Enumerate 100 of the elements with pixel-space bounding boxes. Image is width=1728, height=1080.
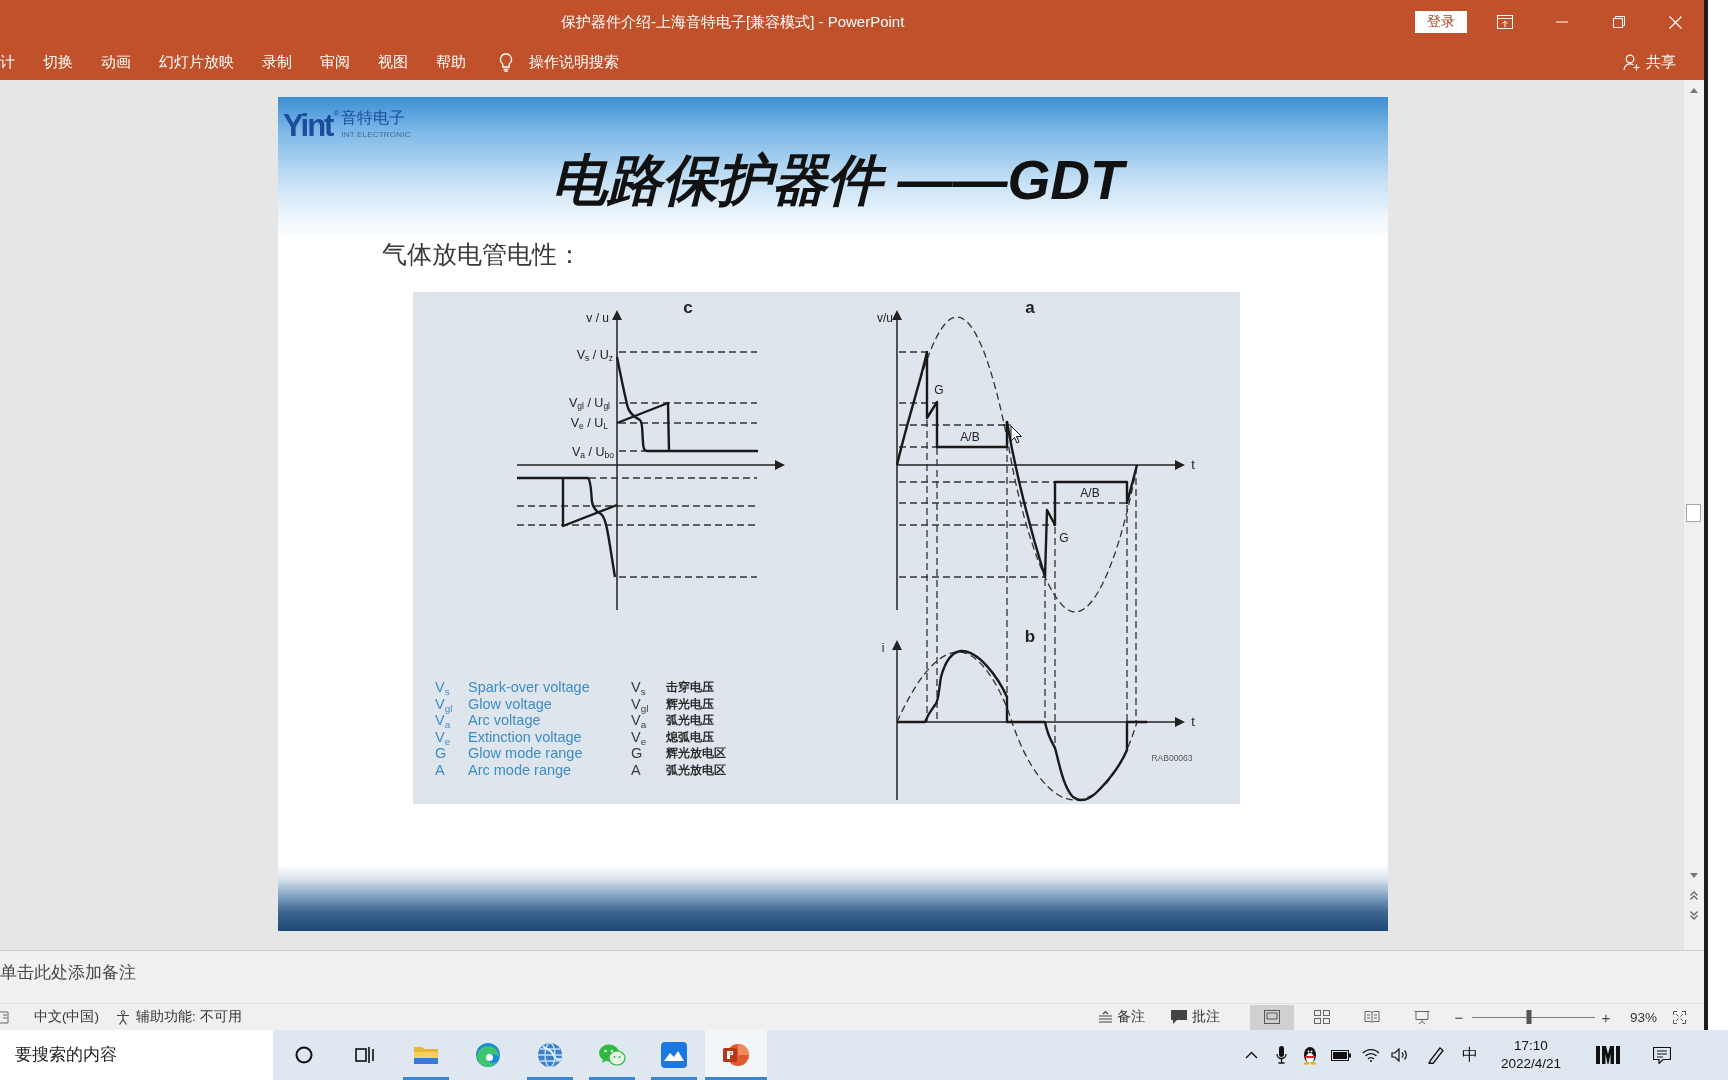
chevron-up-icon [1244, 1051, 1258, 1059]
share-button[interactable]: 共享 [1623, 52, 1676, 72]
legend-symbol: V$_{e}$ [631, 728, 648, 746]
axis-label: v / u [586, 310, 609, 326]
legend-text: 击穿电压 [666, 679, 715, 696]
accessibility-button[interactable]: 辅助功能: 不可用 [111, 1004, 246, 1030]
sign-in-button[interactable]: 登录 [1415, 11, 1467, 33]
legend-symbol: V$_{e}$ [435, 728, 452, 746]
level-label: V$_{s}$ / U$_{z}$ [576, 347, 613, 363]
ribbon-display-icon [1496, 15, 1513, 29]
legend-text: 熄弧电压 [666, 728, 715, 746]
mountain-app-icon [661, 1042, 687, 1068]
tell-me-search[interactable]: 操作说明搜索 [499, 44, 619, 80]
penguin-icon [1302, 1045, 1318, 1065]
panel-label: c [683, 297, 693, 319]
input-method-indicator[interactable]: 中 [1456, 1030, 1484, 1080]
legend-text: Spark-over voltage [468, 679, 591, 696]
notification-icon [1653, 1046, 1671, 1064]
zoom-in-button[interactable]: + [1599, 1004, 1612, 1030]
legend-text: 弧光电压 [666, 712, 715, 729]
battery-icon [1331, 1049, 1351, 1061]
legend-symbol: A [435, 761, 446, 779]
presentation-app-icon [722, 1042, 750, 1068]
ribbon-tab[interactable]: 帮助 [422, 44, 480, 80]
axis-label: i [881, 640, 885, 656]
notes-button[interactable]: 备注 [1094, 1004, 1149, 1030]
registered-mark: ® [333, 109, 340, 118]
legend-symbol: V$_{s}$ [631, 679, 647, 696]
language-status[interactable]: 中文(中国) [34, 1008, 99, 1026]
globe-icon [536, 1041, 564, 1069]
region-label: A/B [960, 429, 980, 445]
slide-title: 电路保护器件 ——GDT [278, 150, 1388, 210]
logo-tagline: INT ELECTRONIC [341, 130, 411, 140]
legend-symbol: G [435, 745, 448, 762]
minimize-icon [1555, 21, 1568, 23]
legend-text: 辉光电压 [666, 695, 715, 713]
region-label: G [1059, 530, 1069, 546]
notes-field[interactable]: 单击此处添加备注 [0, 961, 600, 983]
ribbon-tab[interactable]: 计 [0, 44, 29, 80]
zoom-slider-thumb[interactable] [1526, 1009, 1532, 1024]
wifi-icon [1362, 1048, 1380, 1062]
notes-icon [1098, 1011, 1112, 1023]
ribbon-tab[interactable]: 视图 [364, 44, 422, 80]
logo-name: 音特电子 [341, 108, 407, 128]
window-title: 保护器件介绍-上海音特电子[兼容模式] - PowerPoint [561, 12, 905, 32]
view-button[interactable] [1249, 1004, 1294, 1030]
up-triangle-icon [1690, 87, 1698, 93]
mouse-pointer-icon [1003, 420, 1023, 444]
legend-symbol: V$_{s}$ [435, 679, 451, 696]
lightbulb-icon [499, 52, 513, 72]
region-label: G [934, 382, 944, 398]
double-down-chevron-icon [1690, 910, 1698, 920]
normal-view-icon [1263, 1010, 1280, 1024]
reading-view-icon [1363, 1010, 1380, 1024]
chat-bubbles-icon [598, 1043, 626, 1067]
axis-label: v/u [877, 310, 893, 326]
speaker-icon [1391, 1048, 1409, 1062]
axis-label: t [1191, 457, 1195, 473]
scroll-thumb[interactable] [1686, 504, 1701, 522]
level-label: V$_{gl}$ / U$_{gl}$ [568, 395, 610, 411]
restore-icon [1612, 16, 1625, 28]
fit-to-window-icon [1673, 1010, 1686, 1024]
panel-label: a [1025, 297, 1035, 319]
zoom-level[interactable]: 93% [1629, 1009, 1657, 1025]
ribbon-tab[interactable]: 录制 [248, 44, 306, 80]
taskbar-search-field[interactable]: 要搜索的内容 [0, 1030, 273, 1080]
legend-text: Arc mode range [468, 761, 573, 779]
legend-symbol: G [631, 745, 644, 762]
ribbon-tab[interactable]: 幻灯片放映 [145, 44, 248, 80]
legend-text: Arc voltage [468, 712, 542, 729]
legend-text: Glow voltage [468, 695, 553, 713]
ribbon-tab[interactable]: 切换 [29, 44, 87, 80]
browser-swirl-icon [475, 1042, 501, 1068]
taskbar-clock[interactable]: 17:10 2022/4/21 [1496, 1030, 1566, 1080]
legend-symbol: V$_{gl}$ [631, 695, 650, 713]
taskbar-app-button[interactable] [705, 1030, 767, 1080]
bars-logo-icon [1596, 1046, 1620, 1064]
legend-symbol: V$_{gl}$ [435, 695, 454, 713]
microphone-icon [1275, 1046, 1287, 1064]
axis-label: t [1191, 714, 1195, 730]
zoom-out-button[interactable]: − [1452, 1004, 1465, 1030]
region-label: A/B [1080, 485, 1100, 501]
proofing-icon [0, 1010, 9, 1024]
slideshow-icon [1413, 1009, 1430, 1025]
ribbon-tab[interactable]: 动画 [87, 44, 145, 80]
comment-icon [1170, 1010, 1187, 1024]
double-up-chevron-icon [1690, 890, 1698, 900]
accessibility-icon [115, 1009, 131, 1025]
legend-text: Extinction voltage [468, 728, 583, 746]
folder-icon [413, 1044, 439, 1066]
person-add-icon [1623, 53, 1640, 71]
down-triangle-icon [1690, 872, 1698, 878]
legend-text: 辉光放电区 [666, 745, 726, 762]
task-view-icon [355, 1046, 375, 1064]
comments-button[interactable]: 批注 [1166, 1004, 1224, 1030]
slide-subtitle: 气体放电管电性： [382, 239, 582, 269]
legend-symbol: A [631, 761, 642, 779]
ribbon-tab[interactable]: 审阅 [306, 44, 364, 80]
slide-sorter-icon [1313, 1010, 1330, 1024]
level-label: V$_{e}$ / U$_{L}$ [570, 415, 608, 431]
